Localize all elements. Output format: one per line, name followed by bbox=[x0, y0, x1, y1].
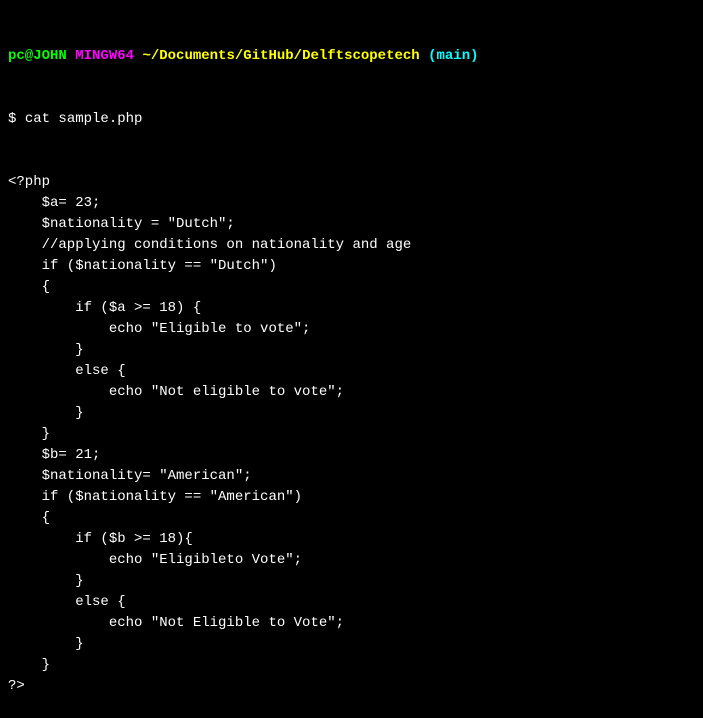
user-host: pc@JOHN bbox=[8, 48, 67, 64]
env-name: MINGW64 bbox=[75, 48, 134, 64]
file-output: <?php $a= 23; $nationality = "Dutch"; //… bbox=[8, 172, 695, 697]
prompt-symbol: $ bbox=[8, 111, 16, 127]
command-line: $ cat sample.php bbox=[8, 109, 695, 130]
terminal-window[interactable]: pc@JOHN MINGW64 ~/Documents/GitHub/Delft… bbox=[8, 4, 695, 718]
current-path: ~/Documents/GitHub/Delftscopetech bbox=[142, 48, 419, 64]
git-branch: (main) bbox=[428, 48, 478, 64]
prompt-line: pc@JOHN MINGW64 ~/Documents/GitHub/Delft… bbox=[8, 46, 695, 67]
command-text: cat sample.php bbox=[25, 111, 143, 127]
